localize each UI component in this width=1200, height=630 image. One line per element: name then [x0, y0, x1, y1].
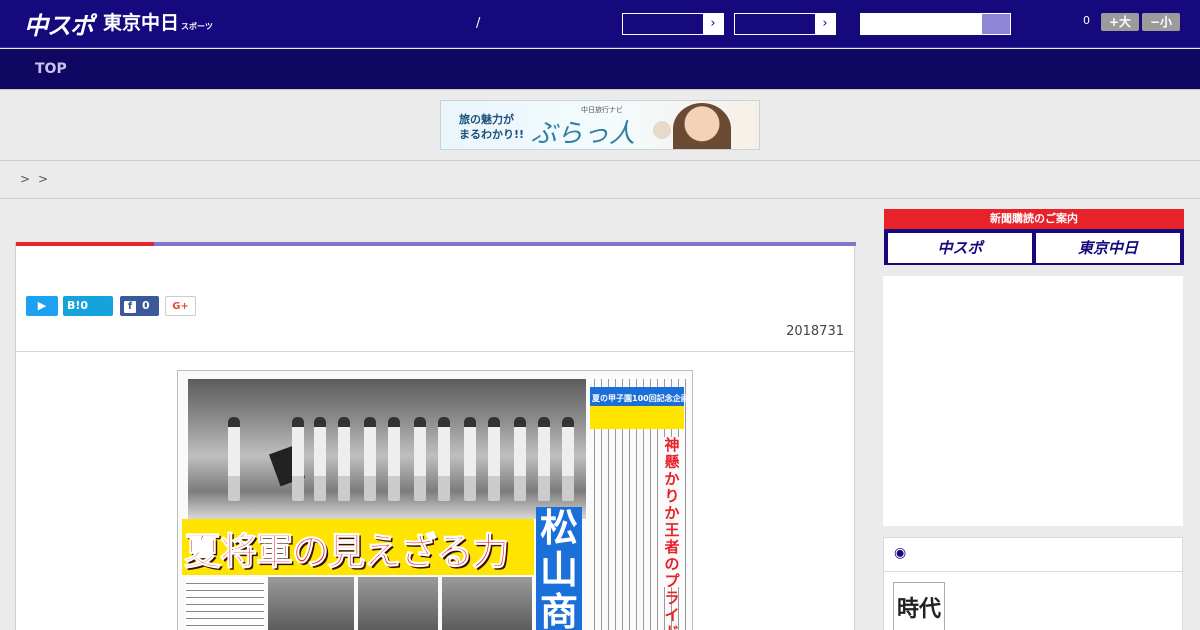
logo-chuspo[interactable]: 中スポ [24, 12, 94, 40]
paper-photo-small [268, 577, 354, 630]
banner-copy: 旅の魅力がまるわかり!! [459, 112, 524, 142]
site-logo[interactable]: 中スポ 東京中日 スポーツ [24, 8, 213, 40]
paper-photo-small [442, 577, 532, 630]
player-figure [488, 417, 500, 501]
breadcrumb-separator: > [20, 172, 31, 186]
paper-score-table [186, 577, 264, 630]
logo-tokyo-chunichi[interactable]: 東京中日 スポーツ [103, 10, 213, 40]
player-figure [314, 417, 326, 501]
twitter-icon: ▶ [37, 299, 47, 312]
player-figure [388, 417, 400, 501]
subscribe-tokyo-chunichi-button[interactable]: 東京中日 [1036, 233, 1180, 263]
subscription-title: 新聞購読のご案内 [884, 209, 1184, 229]
player-figure [338, 417, 350, 501]
model-photo [673, 103, 731, 149]
ranking-ribbon-icon: ◉ [894, 545, 907, 561]
search-button[interactable] [982, 14, 1010, 34]
logo-tokyo-text: 東京中日 [103, 12, 180, 34]
active-tab-indicator [16, 242, 154, 246]
paper-subhead: 神懸かりか王者のプライドか [662, 437, 682, 630]
banner-line2: まるわかり!! [459, 128, 525, 141]
paper-headline: 夏将軍の見えざる力 [184, 530, 510, 574]
ranking-thumbnail[interactable]: 時代 [893, 582, 945, 630]
player-figure [562, 417, 574, 501]
font-size-decrease-button[interactable]: −小 [1142, 13, 1180, 31]
chevron-right-icon[interactable]: › [815, 14, 835, 34]
player-figure [514, 417, 526, 501]
facebook-count: 0 [142, 299, 150, 312]
hatena-bookmark-button[interactable]: B!0 [63, 296, 113, 316]
sidebar-ad-slot [883, 276, 1183, 526]
nav-top-link[interactable]: TOP [35, 61, 67, 77]
header-count: 0 [1083, 14, 1090, 27]
divider [16, 351, 854, 352]
player-figure [364, 417, 376, 501]
subscribe-chuspo-button[interactable]: 中スポ [888, 233, 1032, 263]
font-size-increase-button[interactable]: +大 [1101, 13, 1139, 31]
travel-navi-banner[interactable]: 旅の魅力が まるわかり!! 中日旅行ナビ ぶらっ人 [440, 100, 760, 150]
site-header: 中スポ 東京中日 スポーツ / › › 0 +大 −小 [0, 0, 1200, 48]
ranking-widget: ◉ 時代 [883, 537, 1183, 630]
player-figure [414, 417, 426, 501]
paper-series-title: 夏の甲子園100回記念企画 激闘!レジェンド校 [592, 394, 692, 403]
twitter-share-button[interactable]: ▶ [26, 296, 58, 316]
player-figure [538, 417, 550, 501]
select-box-2[interactable]: › [734, 13, 836, 35]
player-figure [464, 417, 476, 501]
chevron-right-icon[interactable]: › [703, 14, 723, 34]
article-date: 2018731 [786, 324, 844, 339]
article-panel: ▶ B!0 f0 G+ 2018731 夏将軍の見えざる力 松山商 夏の甲子園1… [15, 242, 856, 630]
player-figure [228, 417, 240, 501]
subscription-banner[interactable]: 新聞購読のご案内 中スポ 東京中日 [884, 209, 1184, 265]
facebook-icon: f [124, 301, 136, 313]
newspaper-page-image[interactable]: 夏将軍の見えざる力 松山商 夏の甲子園100回記念企画 激闘!レジェンド校 神懸… [177, 370, 693, 630]
ranking-header: ◉ [884, 538, 1182, 572]
google-plus-share-button[interactable]: G+ [165, 296, 196, 316]
article-tab-line [16, 242, 856, 246]
header-slash: / [476, 16, 481, 31]
player-figure [438, 417, 450, 501]
banner-line1: 旅の魅力が [459, 113, 514, 126]
ranking-thumbnail-text: 時代 [897, 596, 942, 622]
facebook-share-button[interactable]: f0 [120, 296, 159, 316]
player-figure [292, 417, 304, 501]
logo-tokyo-small: スポーツ [181, 22, 213, 31]
paper-school-name: 松山商 [536, 507, 582, 630]
breadcrumb: > > [0, 161, 1200, 199]
search-input[interactable] [860, 13, 1011, 35]
paper-series-logo: 夏の甲子園100回記念企画 激闘!レジェンド校 [590, 387, 692, 429]
paper-photo-small [358, 577, 438, 630]
main-nav: TOP [0, 49, 1200, 89]
breadcrumb-separator: > [38, 172, 49, 186]
shell-image [653, 121, 671, 139]
banner-brand: ぶらっ人 [531, 119, 636, 149]
select-box-1[interactable]: › [622, 13, 724, 35]
team-photo [188, 379, 586, 519]
ad-band: 旅の魅力が まるわかり!! 中日旅行ナビ ぶらっ人 [0, 89, 1200, 161]
